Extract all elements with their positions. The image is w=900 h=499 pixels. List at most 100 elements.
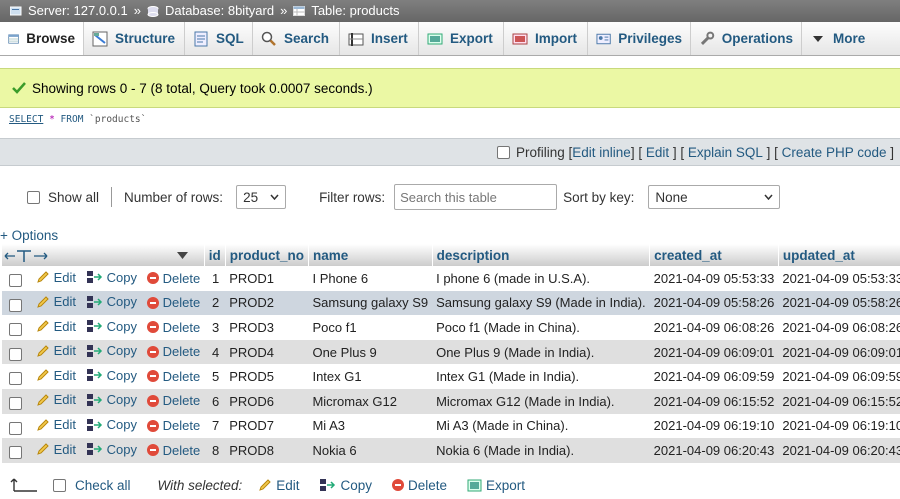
column-header-created-at[interactable]: created_at: [649, 244, 779, 266]
bulk-export-button[interactable]: Export: [467, 478, 525, 493]
column-header-description[interactable]: description: [432, 244, 651, 266]
create-php-code-link[interactable]: Create PHP code: [782, 145, 887, 160]
tab-sql[interactable]: SQL: [185, 22, 253, 55]
row-edit-button[interactable]: Edit: [36, 294, 76, 309]
column-header-name[interactable]: name: [308, 244, 433, 266]
table-row[interactable]: Edit Copy Delete 3 PROD3 Poco f1 Poco f1…: [2, 315, 900, 340]
row-copy-button[interactable]: Copy: [86, 294, 137, 309]
cell-updated-at[interactable]: 2021-04-09 06:19:10: [778, 413, 900, 439]
cell-description[interactable]: I phone 6 (made in U.S.A).: [432, 266, 650, 291]
row-edit-button[interactable]: Edit: [36, 343, 76, 358]
cell-name[interactable]: Nokia 6: [308, 438, 433, 463]
cell-updated-at[interactable]: 2021-04-09 06:15:52: [778, 388, 900, 414]
cell-id[interactable]: 6: [204, 388, 226, 414]
filter-search-input[interactable]: Search this table: [394, 184, 558, 210]
show-all-checkbox[interactable]: [27, 190, 40, 204]
tab-operations[interactable]: Operations: [691, 22, 802, 55]
profiling-checkbox[interactable]: [496, 145, 510, 159]
cell-updated-at[interactable]: 2021-04-09 06:09:01: [778, 339, 900, 365]
row-checkbox[interactable]: [9, 347, 22, 361]
tab-privileges[interactable]: Privileges: [588, 22, 691, 55]
tab-export[interactable]: Export: [419, 22, 504, 55]
row-copy-button[interactable]: Copy: [86, 319, 137, 334]
cell-product-no[interactable]: PROD2: [225, 290, 309, 316]
breadcrumb-server[interactable]: Server: 127.0.0.1: [28, 0, 128, 22]
row-checkbox[interactable]: [9, 446, 22, 460]
cell-id[interactable]: 2: [204, 290, 226, 316]
cell-product-no[interactable]: PROD7: [225, 413, 309, 439]
explain-sql-link[interactable]: Explain SQL: [688, 145, 763, 160]
cell-product-no[interactable]: PROD5: [225, 364, 309, 389]
cell-name[interactable]: Intex G1: [308, 364, 433, 389]
cell-description[interactable]: One Plus 9 (Made in India).: [432, 339, 650, 365]
row-delete-button[interactable]: Delete: [146, 418, 200, 433]
options-link[interactable]: + Options: [0, 228, 58, 243]
table-row[interactable]: Edit Copy Delete 7 PROD7 Mi A3 Mi A3 (Ma…: [2, 413, 900, 439]
cell-description[interactable]: Intex G1 (Made in India).: [432, 364, 650, 389]
cell-description[interactable]: Poco f1 (Made in China).: [432, 315, 650, 340]
row-delete-button[interactable]: Delete: [146, 393, 200, 408]
row-edit-button[interactable]: Edit: [36, 392, 76, 407]
cell-product-no[interactable]: PROD6: [225, 388, 309, 414]
cell-name[interactable]: Mi A3: [308, 413, 433, 439]
row-delete-button[interactable]: Delete: [146, 295, 200, 310]
cell-product-no[interactable]: PROD4: [225, 339, 309, 365]
cell-description[interactable]: Micromax G12 (Made in India).: [432, 388, 650, 414]
cell-created-at[interactable]: 2021-04-09 06:15:52: [649, 388, 779, 414]
cell-description[interactable]: Samsung galaxy S9 (Made in India).: [432, 290, 650, 316]
table-row[interactable]: Edit Copy Delete 5 PROD5 Intex G1 Intex …: [2, 364, 900, 389]
cell-id[interactable]: 3: [204, 315, 226, 340]
cell-product-no[interactable]: PROD8: [225, 438, 309, 463]
row-edit-button[interactable]: Edit: [36, 442, 76, 457]
table-row[interactable]: Edit Copy Delete 1 PROD1 I Phone 6 I pho…: [2, 266, 900, 291]
caret-down-icon[interactable]: [176, 251, 188, 260]
cell-created-at[interactable]: 2021-04-09 06:09:59: [649, 364, 779, 389]
cell-description[interactable]: Mi A3 (Made in China).: [432, 413, 650, 439]
row-delete-button[interactable]: Delete: [146, 443, 200, 458]
row-checkbox[interactable]: [9, 323, 22, 337]
row-delete-button[interactable]: Delete: [146, 344, 200, 359]
cell-id[interactable]: 5: [204, 364, 226, 389]
cell-name[interactable]: Poco f1: [308, 315, 433, 340]
cell-id[interactable]: 1: [204, 266, 226, 291]
row-checkbox[interactable]: [9, 298, 22, 312]
cell-updated-at[interactable]: 2021-04-09 06:09:59: [778, 364, 900, 389]
row-checkbox[interactable]: [9, 397, 22, 411]
cell-id[interactable]: 8: [204, 438, 226, 463]
tab-search[interactable]: Search: [253, 22, 340, 55]
column-header-id[interactable]: id: [204, 244, 226, 266]
edit-inline-link[interactable]: Edit inline: [572, 145, 631, 160]
row-copy-button[interactable]: Copy: [86, 368, 137, 383]
cell-created-at[interactable]: 2021-04-09 06:20:43: [649, 438, 779, 463]
cell-product-no[interactable]: PROD3: [225, 315, 309, 340]
row-checkbox[interactable]: [9, 421, 22, 435]
tab-browse[interactable]: Browse: [0, 22, 84, 55]
table-row[interactable]: Edit Copy Delete 2 PROD2 Samsung galaxy …: [2, 290, 900, 316]
row-copy-button[interactable]: Copy: [86, 270, 137, 285]
check-all-link[interactable]: Check all: [75, 478, 131, 493]
tab-import[interactable]: Import: [504, 22, 588, 55]
bulk-copy-button[interactable]: Copy: [319, 478, 372, 493]
breadcrumb-database[interactable]: Database: 8bityard: [165, 0, 274, 22]
cell-created-at[interactable]: 2021-04-09 06:09:01: [649, 339, 779, 365]
row-copy-button[interactable]: Copy: [86, 417, 137, 432]
column-header-product-no[interactable]: product_no: [225, 244, 309, 266]
cell-created-at[interactable]: 2021-04-09 06:19:10: [649, 413, 779, 439]
row-delete-button[interactable]: Delete: [146, 271, 200, 286]
row-checkbox[interactable]: [9, 274, 22, 288]
cell-name[interactable]: Micromax G12: [308, 388, 433, 414]
table-row[interactable]: Edit Copy Delete 8 PROD8 Nokia 6 Nokia 6…: [2, 438, 900, 463]
edit-query-link[interactable]: Edit: [646, 145, 669, 160]
cell-created-at[interactable]: 2021-04-09 05:58:26: [649, 290, 779, 316]
sql-keyword-from[interactable]: FROM: [61, 114, 84, 125]
column-arrows-icon[interactable]: [4, 249, 48, 263]
bulk-delete-button[interactable]: Delete: [391, 478, 447, 493]
row-edit-button[interactable]: Edit: [36, 270, 76, 285]
cell-name[interactable]: One Plus 9: [308, 339, 433, 365]
cell-id[interactable]: 7: [204, 413, 226, 439]
row-copy-button[interactable]: Copy: [86, 442, 137, 457]
sql-keyword-select[interactable]: SELECT: [9, 114, 43, 125]
row-delete-button[interactable]: Delete: [146, 369, 200, 384]
row-checkbox[interactable]: [9, 372, 22, 386]
bulk-edit-button[interactable]: Edit: [258, 478, 299, 493]
